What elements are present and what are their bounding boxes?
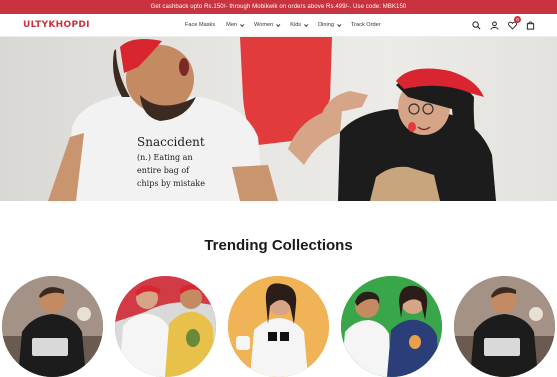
trending-collections-row (0, 276, 557, 377)
chevron-down-icon (276, 22, 281, 27)
collection-image (115, 276, 216, 377)
collection-image (341, 276, 442, 377)
wishlist-icon[interactable]: 0 (507, 16, 521, 30)
trending-collections-title: Trending Collections (204, 237, 353, 254)
nav-women[interactable]: Women (254, 22, 281, 28)
hero-banner[interactable]: Snaccident (n.) Eating an entire bag of … (0, 37, 557, 201)
nav-face-masks[interactable]: Face Masks (185, 22, 215, 28)
chevron-down-icon (337, 22, 342, 27)
collection-image (454, 276, 555, 377)
collection-card-men[interactable] (2, 276, 103, 377)
hero-photo (48, 37, 496, 201)
shirt-title: Snaccident (137, 135, 205, 149)
shirt-print: Snaccident (n.) Eating an entire bag of … (137, 135, 205, 188)
collection-card-kids[interactable] (341, 276, 442, 377)
promo-text: Get cashback upto Rs.150/- through Mobik… (150, 4, 407, 10)
nav-dining[interactable]: Dining (318, 22, 342, 28)
collection-card-couple[interactable] (115, 276, 216, 377)
collection-image (2, 276, 103, 377)
main-nav: Face Masks Men Women Kids Dining Track O… (183, 22, 471, 28)
nav-kids[interactable]: Kids (290, 22, 309, 28)
brand-logo[interactable]: ULTYKHOPDI (23, 20, 183, 30)
site-header: ULTYKHOPDI Face Masks Men Women Kids Din… (0, 14, 557, 37)
collection-image (228, 276, 329, 377)
collection-card-women[interactable] (228, 276, 329, 377)
shirt-line-1: (n.) Eating an (137, 153, 193, 162)
user-icon[interactable] (489, 20, 499, 30)
header-icons: 0 (471, 16, 535, 30)
chevron-down-icon (304, 22, 309, 27)
nav-track-order[interactable]: Track Order (351, 22, 381, 28)
collection-card-men-2[interactable] (454, 276, 555, 377)
cart-icon[interactable] (525, 20, 535, 30)
promo-banner: Get cashback upto Rs.150/- through Mobik… (0, 0, 557, 14)
shirt-line-2: entire bag of (137, 166, 190, 175)
wishlist-count-badge: 0 (514, 16, 521, 23)
search-icon[interactable] (471, 20, 481, 30)
nav-men[interactable]: Men (226, 22, 245, 28)
chevron-down-icon (240, 22, 245, 27)
shirt-line-3: chips by mistake (137, 179, 205, 188)
